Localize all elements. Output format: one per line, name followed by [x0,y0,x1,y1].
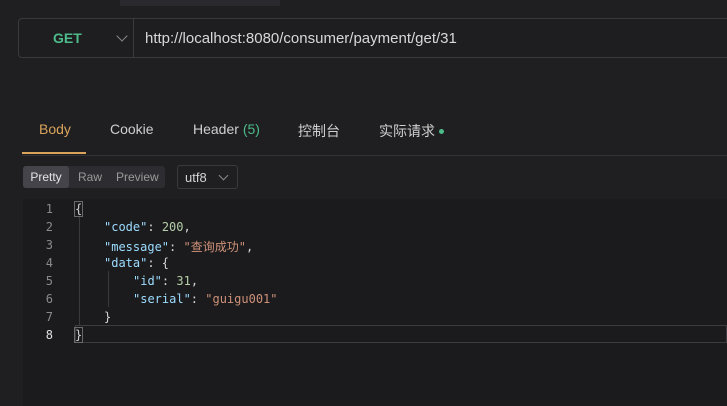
indent-guide [108,271,109,307]
code-line: "message": "查询成功", [104,240,254,254]
code-line: { [73,201,84,217]
line-number: 3 [45,238,53,252]
view-preview-button[interactable]: Preview [116,166,159,188]
chevron-down-icon [218,170,229,181]
line-number: 1 [45,202,53,216]
response-editor[interactable]: 1 2 3 4 5 6 7 8 { "code": 200, "message"… [23,199,727,406]
method-label: GET [53,30,82,46]
line-number: 6 [45,292,53,306]
tab-actual-request-label: 实际请求 [379,123,435,139]
line-number: 4 [45,256,53,270]
line-number: 8 [45,328,53,342]
chevron-down-icon [116,30,128,42]
code-line: "data": { [104,256,170,270]
top-strip [120,0,280,6]
response-tabs: Body Cookie Header (5) 控制台 实际请求 [22,110,727,156]
url-input[interactable]: http://localhost:8080/consumer/payment/g… [145,30,457,47]
code-line: "serial": "guigu001" [133,292,278,306]
method-select[interactable]: GET [19,19,134,57]
line-number: 2 [45,220,53,234]
request-bar: GET http://localhost:8080/consumer/payme… [18,18,727,58]
tab-body[interactable]: Body [39,121,71,137]
header-count-badge: (5) [242,121,260,137]
view-pretty-button[interactable]: Pretty [23,166,69,188]
code-line: } [73,327,84,343]
view-mode-segmented: Pretty Raw Preview [23,166,165,188]
code-line: "id": 31, [133,274,199,288]
view-raw-button[interactable]: Raw [78,166,102,188]
dot-icon [439,129,444,134]
line-number: 5 [45,274,53,288]
tab-console[interactable]: 控制台 [298,121,340,141]
tab-cookie[interactable]: Cookie [110,121,154,137]
current-line-highlight [75,325,727,343]
line-number: 7 [45,310,53,324]
encoding-label: utf8 [185,170,207,185]
tab-header[interactable]: Header (5) [193,121,260,137]
indent-guide [79,217,80,325]
encoding-select[interactable]: utf8 [177,165,238,189]
active-tab-indicator [22,152,86,154]
tab-actual-request[interactable]: 实际请求 [379,121,444,141]
tab-header-label: Header [193,121,239,137]
code-line: "code": 200, [104,220,191,234]
code-line: } [104,310,112,324]
